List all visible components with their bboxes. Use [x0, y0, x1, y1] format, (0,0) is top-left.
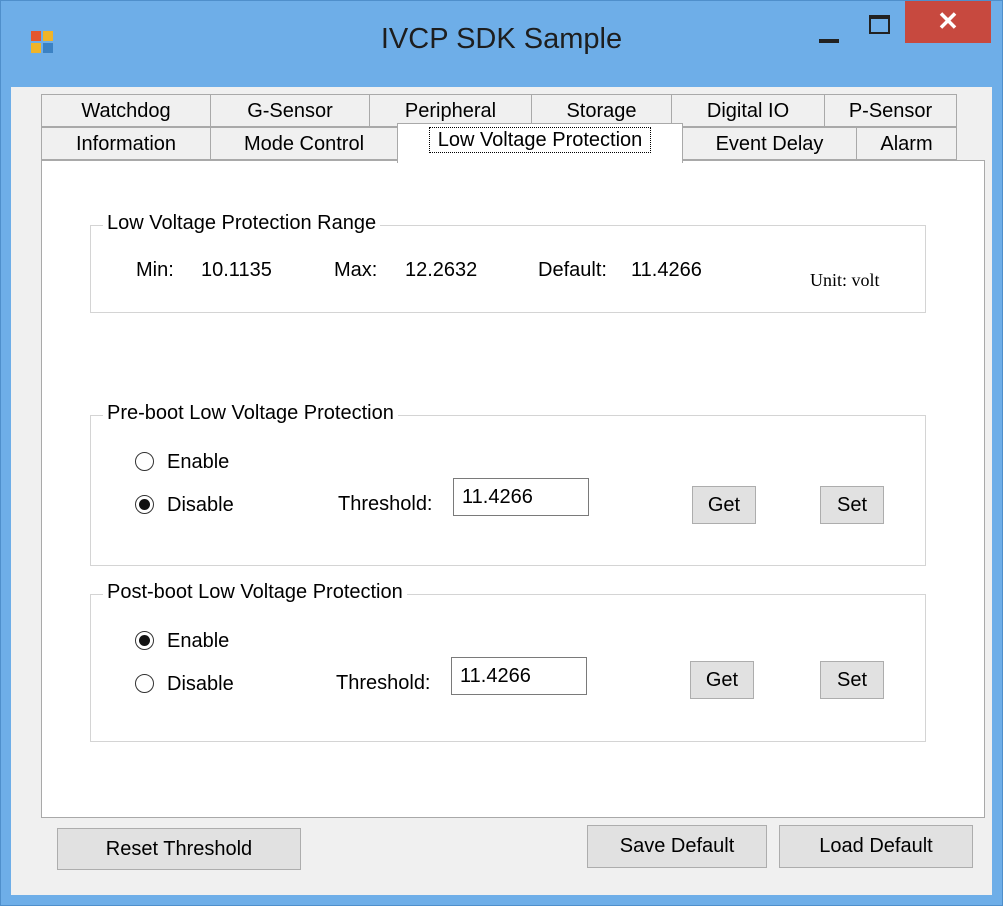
tab-event-delay[interactable]: Event Delay	[682, 127, 857, 160]
preboot-disable-radio[interactable]: Disable	[135, 493, 265, 519]
postboot-disable-radio-circle	[135, 674, 154, 693]
postboot-groupbox-title: Post-boot Low Voltage Protection	[103, 581, 407, 604]
range-groupbox-title: Low Voltage Protection Range	[103, 212, 381, 235]
postboot-enable-radio[interactable]: Enable	[135, 629, 255, 655]
form-client-area: Watchdog G-Sensor Peripheral Storage Dig…	[11, 87, 992, 895]
default-label: Default:	[538, 259, 607, 281]
min-label: Min:	[136, 259, 174, 281]
max-value: 12.2632	[405, 259, 478, 281]
preboot-disable-label: Disable	[167, 494, 234, 516]
postboot-set-button[interactable]: Set	[820, 661, 884, 699]
range-groupbox: Low Voltage Protection Range Min: 10.113…	[90, 212, 926, 313]
postboot-disable-label: Disable	[167, 673, 234, 695]
preboot-set-button[interactable]: Set	[820, 486, 884, 524]
save-default-button[interactable]: Save Default	[587, 825, 767, 868]
postboot-threshold-input[interactable]	[451, 657, 587, 695]
maximize-icon[interactable]	[859, 11, 899, 51]
unit-label: Unit: volt	[810, 270, 880, 290]
max-label: Max:	[334, 259, 378, 281]
preboot-enable-radio-circle	[135, 452, 154, 471]
reset-threshold-button[interactable]: Reset Threshold	[57, 828, 301, 870]
preboot-groupbox: Pre-boot Low Voltage Protection Enable D…	[90, 402, 926, 566]
tab-alarm[interactable]: Alarm	[856, 127, 957, 160]
low-voltage-protection-panel: Low Voltage Protection Range Min: 10.113…	[41, 160, 985, 818]
tab-low-voltage-protection[interactable]: Low Voltage Protection	[397, 123, 683, 163]
tab-g-sensor[interactable]: G-Sensor	[210, 94, 370, 127]
preboot-enable-radio[interactable]: Enable	[135, 450, 255, 476]
close-icon[interactable]: ✕	[905, 1, 991, 43]
default-value: 11.4266	[631, 259, 702, 281]
tab-watchdog[interactable]: Watchdog	[41, 94, 211, 127]
preboot-groupbox-title: Pre-boot Low Voltage Protection	[103, 402, 398, 425]
tab-information[interactable]: Information	[41, 127, 211, 160]
postboot-enable-radio-circle	[135, 631, 154, 650]
tab-mode-control[interactable]: Mode Control	[210, 127, 398, 160]
load-default-button[interactable]: Load Default	[779, 825, 973, 868]
preboot-disable-radio-circle	[135, 495, 154, 514]
preboot-get-button[interactable]: Get	[692, 486, 756, 524]
preboot-threshold-label: Threshold:	[338, 493, 433, 515]
app-window: IVCP SDK Sample ✕ Watchdog G-Sensor Peri…	[0, 0, 1003, 906]
tab-p-sensor[interactable]: P-Sensor	[824, 94, 957, 127]
postboot-groupbox: Post-boot Low Voltage Protection Enable …	[90, 581, 926, 742]
postboot-threshold-label: Threshold:	[336, 672, 431, 694]
preboot-enable-label: Enable	[167, 451, 230, 473]
postboot-get-button[interactable]: Get	[690, 661, 754, 699]
min-value: 10.1135	[201, 259, 272, 281]
minimize-icon[interactable]	[809, 11, 849, 51]
tab-low-voltage-protection-label: Low Voltage Protection	[428, 127, 652, 153]
title-bar[interactable]: IVCP SDK Sample ✕	[1, 1, 1002, 87]
postboot-disable-radio[interactable]: Disable	[135, 672, 265, 698]
preboot-threshold-input[interactable]	[453, 478, 589, 516]
window-title: IVCP SDK Sample	[380, 23, 623, 55]
postboot-enable-label: Enable	[167, 630, 230, 652]
tab-digital-io[interactable]: Digital IO	[671, 94, 825, 127]
